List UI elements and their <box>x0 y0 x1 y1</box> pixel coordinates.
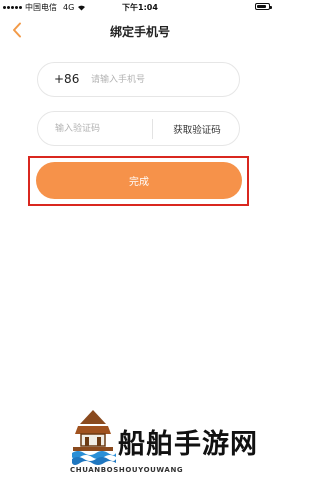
battery-icon <box>255 3 272 10</box>
verification-code-input[interactable] <box>55 121 165 137</box>
watermark: 船舶手游网 CHUANBOSHOUYOUWANG <box>70 408 280 480</box>
status-time: 下午1:04 <box>122 3 158 12</box>
phone-input[interactable] <box>91 72 231 88</box>
nav-bar: 绑定手机号 <box>0 14 280 48</box>
battery-level <box>257 5 266 8</box>
page-title: 绑定手机号 <box>109 25 170 39</box>
submit-button[interactable]: 完成 <box>36 162 242 199</box>
phone-field: +86 <box>37 62 240 97</box>
country-code[interactable]: +86 <box>54 72 79 86</box>
get-code-button[interactable]: 获取验证码 <box>153 112 241 145</box>
code-field: 获取验证码 <box>37 111 240 146</box>
status-bar: 中国电信 4G 下午1:04 <box>0 0 280 14</box>
watermark-logo-icon <box>72 410 116 465</box>
watermark-subtitle: CHUANBOSHOUYOUWANG <box>70 466 184 474</box>
watermark-title: 船舶手游网 <box>118 429 258 460</box>
